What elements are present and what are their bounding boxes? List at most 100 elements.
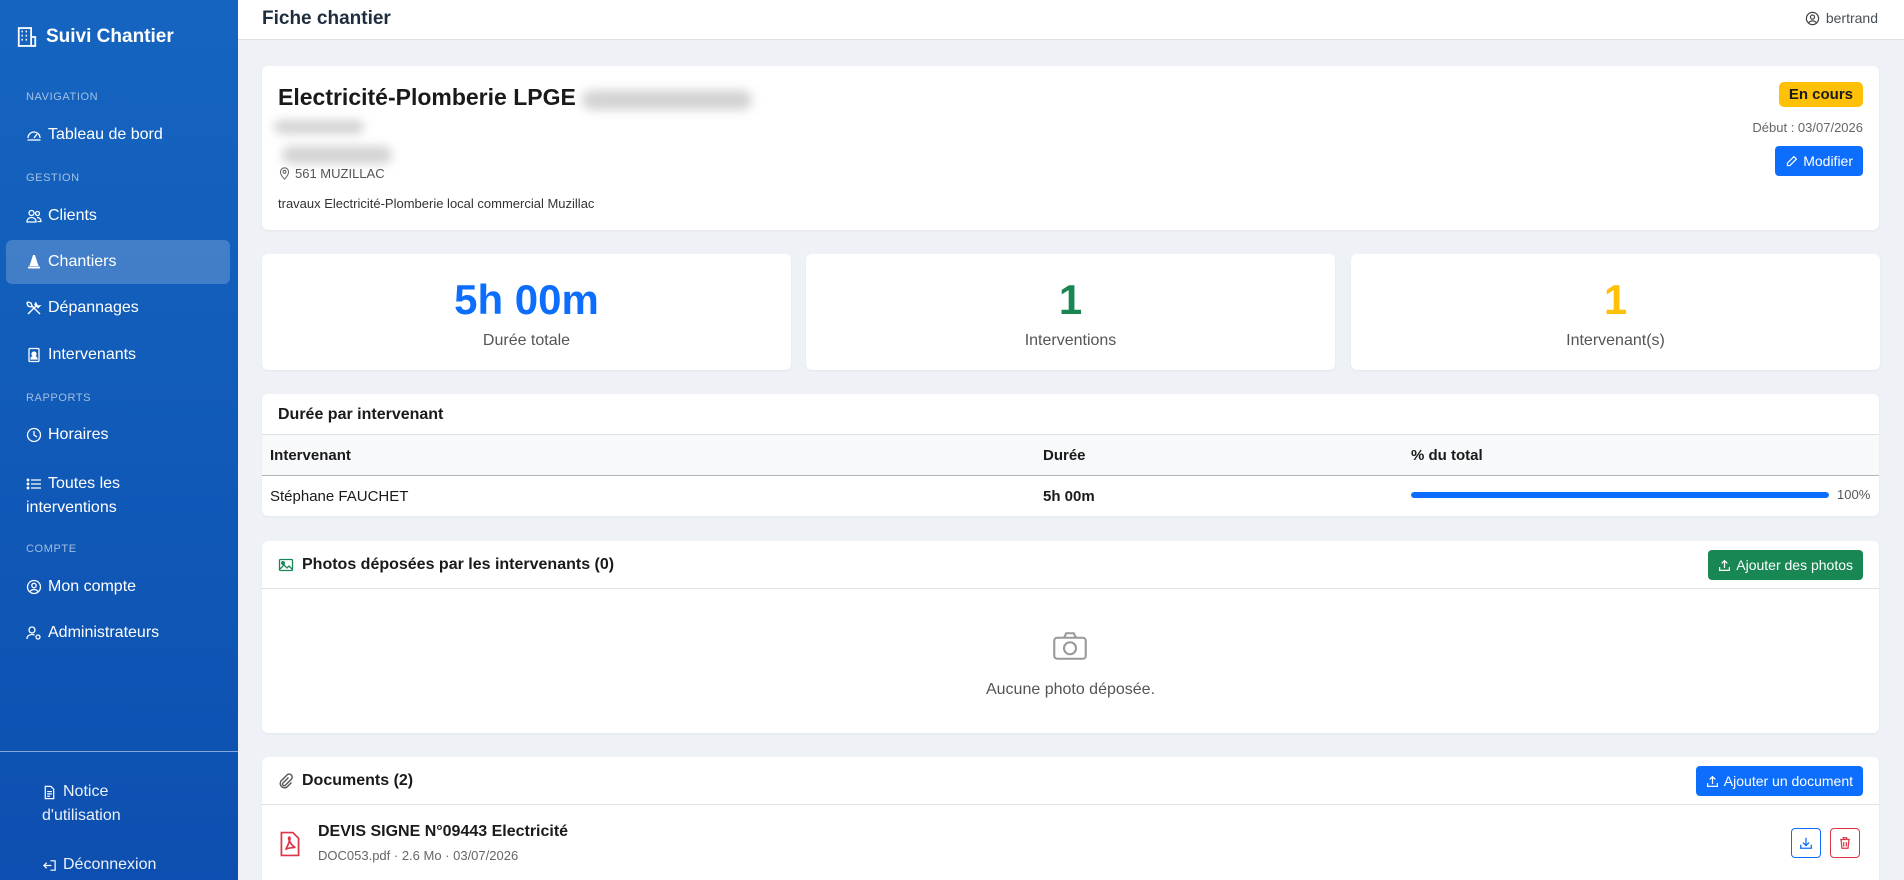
start-date: Début : 03/07/2026 bbox=[1752, 120, 1863, 135]
photos-card: Photos déposées par les intervenants (0)… bbox=[262, 541, 1879, 733]
stat-label: Durée totale bbox=[482, 332, 571, 349]
nav-section-navigation: NAVIGATION bbox=[26, 91, 99, 103]
table-header: Intervenant Durée % du total bbox=[262, 434, 1879, 476]
stat-value: 5h 00m bbox=[454, 276, 599, 323]
sidebar: Suivi Chantier NAVIGATION Tableau de bor… bbox=[0, 0, 238, 880]
list-icon bbox=[26, 478, 41, 490]
page-title: Fiche chantier bbox=[262, 8, 391, 29]
add-document-label: Ajouter un document bbox=[1723, 773, 1853, 789]
address-text: 561 MUZILLAC bbox=[295, 166, 385, 181]
sidebar-item-chantiers[interactable]: Chantiers bbox=[6, 240, 230, 284]
upload-icon bbox=[1719, 559, 1731, 571]
notice-link[interactable]: Notice d'utilisation bbox=[42, 780, 121, 828]
building-icon bbox=[17, 27, 37, 47]
column-header-duree: Durée bbox=[1043, 447, 1086, 464]
sidebar-item-dashboard[interactable]: Tableau de bord bbox=[6, 113, 230, 157]
image-icon bbox=[278, 558, 294, 572]
upload-icon bbox=[1706, 775, 1718, 787]
chantier-description: travaux Electricité-Plomberie local comm… bbox=[278, 196, 595, 211]
cell-percent: 100% bbox=[1837, 487, 1871, 502]
photos-title: Photos déposées par les intervenants (0) bbox=[278, 556, 614, 574]
sidebar-item-horaires[interactable]: Horaires bbox=[6, 413, 230, 457]
chantier-name: Electricité-Plomberie LPGE bbox=[278, 84, 576, 110]
logout-label: Déconnexion bbox=[63, 856, 157, 873]
notice-label: Notice d'utilisation bbox=[42, 783, 121, 824]
paperclip-icon bbox=[279, 773, 293, 789]
cell-intervenant: Stéphane FAUCHET bbox=[270, 488, 409, 505]
tools-icon bbox=[26, 301, 42, 315]
camera-icon bbox=[1053, 632, 1087, 660]
clock-icon bbox=[26, 427, 42, 443]
document-name[interactable]: DEVIS SIGNE N°09443 Electricité bbox=[318, 823, 568, 841]
user-circle-icon bbox=[1805, 11, 1820, 25]
stat-value: 1 bbox=[1058, 276, 1083, 323]
edit-button-label: Modifier bbox=[1803, 153, 1853, 169]
stat-value: 1 bbox=[1603, 276, 1628, 323]
document-meta: DOC053.pdf · 2.6 Mo · 03/07/2026 bbox=[318, 848, 519, 863]
download-button[interactable] bbox=[1791, 828, 1821, 858]
document-icon bbox=[44, 785, 55, 800]
sidebar-item-label: Toutes les interventions bbox=[26, 475, 121, 516]
username: bertrand bbox=[1825, 10, 1878, 26]
edit-button[interactable]: Modifier bbox=[1775, 146, 1863, 176]
people-icon bbox=[26, 209, 42, 223]
photos-empty-text: Aucune photo déposée. bbox=[985, 681, 1156, 698]
pdf-file-icon bbox=[280, 831, 300, 857]
sidebar-item-mon-compte[interactable]: Mon compte bbox=[6, 565, 230, 609]
delete-button[interactable] bbox=[1830, 828, 1860, 858]
sidebar-item-label: Mon compte bbox=[48, 578, 137, 595]
sidebar-item-label: Horaires bbox=[48, 426, 109, 443]
documents-card: Documents (2) Ajouter un document DEVIS … bbox=[262, 757, 1879, 880]
stat-duration: 5h 00m Durée totale bbox=[262, 254, 791, 370]
sidebar-divider bbox=[0, 751, 238, 752]
logout-link[interactable]: Déconnexion bbox=[42, 853, 156, 877]
add-document-button[interactable]: Ajouter un document bbox=[1695, 766, 1863, 796]
user-gear-icon bbox=[26, 626, 41, 640]
status-badge: En cours bbox=[1778, 82, 1863, 107]
redacted-line bbox=[282, 146, 392, 164]
nav-section-rapports: RAPPORTS bbox=[26, 392, 92, 404]
sidebar-item-label: Clients bbox=[48, 207, 97, 224]
nav-section-compte: COMPTE bbox=[26, 543, 77, 555]
speedometer-icon bbox=[27, 131, 41, 141]
stat-label: Interventions bbox=[1024, 332, 1117, 349]
sidebar-item-label: Dépannages bbox=[48, 299, 139, 316]
stat-interventions: 1 Interventions bbox=[806, 254, 1335, 370]
logout-icon bbox=[43, 860, 56, 871]
column-header-pct: % du total bbox=[1411, 447, 1483, 464]
chantier-address: 561 MUZILLAC bbox=[278, 166, 385, 181]
redacted-name bbox=[582, 90, 752, 110]
cone-icon bbox=[28, 255, 40, 269]
sidebar-item-clients[interactable]: Clients bbox=[6, 194, 230, 238]
nav-section-gestion: GESTION bbox=[26, 172, 80, 184]
column-header-intervenant: Intervenant bbox=[270, 447, 351, 464]
sidebar-item-label: Intervenants bbox=[48, 346, 137, 363]
add-photos-button[interactable]: Ajouter des photos bbox=[1708, 550, 1863, 580]
table-title: Durée par intervenant bbox=[278, 406, 444, 423]
stat-label: Intervenant(s) bbox=[1566, 332, 1665, 349]
cell-duree: 5h 00m bbox=[1043, 488, 1095, 505]
sidebar-item-intervenants[interactable]: Intervenants bbox=[6, 333, 230, 377]
sidebar-item-administrateurs[interactable]: Administrateurs bbox=[6, 611, 230, 655]
photos-header: Photos déposées par les intervenants (0)… bbox=[262, 541, 1879, 589]
add-photos-label: Ajouter des photos bbox=[1736, 557, 1853, 573]
redacted-line bbox=[274, 120, 364, 134]
percent-progress-bar bbox=[1411, 492, 1829, 498]
pencil-icon bbox=[1787, 155, 1798, 166]
sidebar-item-depannages[interactable]: Dépannages bbox=[6, 286, 230, 330]
documents-title: Documents (2) bbox=[278, 772, 413, 790]
progress-fill bbox=[1411, 492, 1829, 498]
chantier-header-card: Electricité-Plomberie LPGE 561 MUZILLAC … bbox=[262, 66, 1879, 230]
sidebar-item-label: Administrateurs bbox=[48, 624, 160, 641]
documents-header: Documents (2) Ajouter un document bbox=[262, 757, 1879, 805]
topbar: Fiche chantier bertrand bbox=[238, 0, 1904, 40]
sidebar-item-interventions[interactable]: Toutes les interventions bbox=[6, 464, 230, 520]
sidebar-item-label: Chantiers bbox=[48, 253, 117, 270]
badge-icon bbox=[28, 347, 40, 363]
user-menu[interactable]: bertrand bbox=[1805, 10, 1878, 26]
app-name: Suivi Chantier bbox=[46, 26, 174, 47]
user-circle-icon bbox=[26, 579, 42, 595]
download-icon bbox=[1800, 837, 1812, 849]
map-pin-icon bbox=[279, 167, 290, 180]
app-brand[interactable]: Suivi Chantier bbox=[16, 24, 174, 50]
